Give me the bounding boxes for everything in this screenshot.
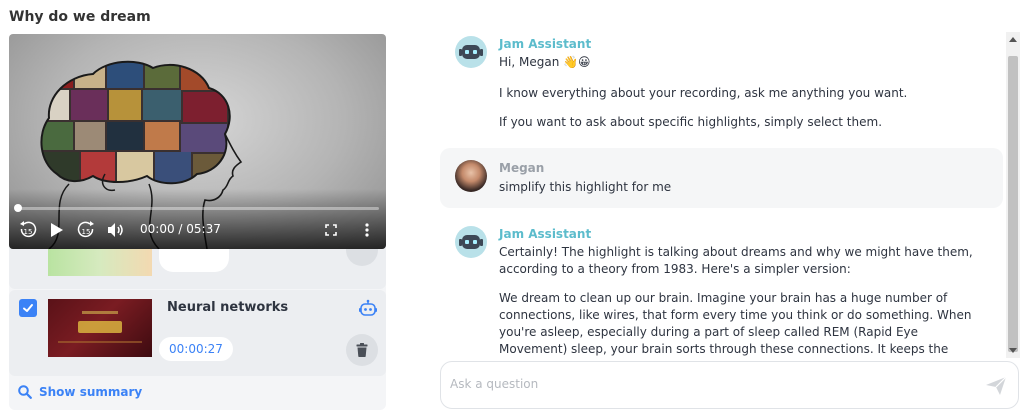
assistant-avatar (455, 226, 487, 258)
left-panel: Neural networks 00:00:27 Show summary 15… (9, 34, 386, 410)
fullscreen-button[interactable] (323, 220, 339, 240)
video-progress-bar[interactable] (17, 207, 379, 210)
check-icon (23, 304, 33, 312)
message-text: We dream to clean up our brain. Imagine … (499, 291, 972, 356)
show-summary-button[interactable]: Show summary (18, 385, 142, 399)
robot-icon[interactable] (358, 299, 378, 319)
highlight-time-pill[interactable]: 00:00:27 (159, 337, 233, 361)
page-title: Why do we dream (9, 9, 151, 25)
video-progress-handle[interactable] (14, 204, 22, 212)
forward-15-icon: 15 (77, 221, 94, 238)
ask-question-input[interactable] (450, 374, 970, 394)
highlight-card-partial[interactable] (9, 244, 386, 289)
scrollbar-thumb[interactable] (1008, 56, 1018, 352)
user-avatar (455, 160, 487, 192)
assistant-avatar (455, 36, 487, 68)
robot-icon (462, 45, 480, 59)
scroll-up-icon[interactable] (1009, 37, 1017, 42)
message-text: Hi, Megan 👋😀 (499, 55, 591, 69)
send-icon[interactable] (985, 376, 1007, 396)
volume-icon (108, 223, 123, 237)
video-controls-overlay (9, 189, 386, 249)
message-text: Certainly! The highlight is talking abou… (499, 245, 973, 276)
forward-15-label: 15 (82, 228, 91, 236)
robot-icon (462, 235, 480, 249)
more-options-button[interactable] (361, 220, 373, 240)
message-sender: Megan (499, 161, 545, 175)
rewind-15-button[interactable]: 15 (17, 220, 39, 240)
trash-icon (356, 343, 368, 357)
highlight-thumbnail (48, 299, 152, 357)
play-button[interactable] (47, 220, 67, 240)
more-vertical-icon (365, 223, 369, 237)
message-text: simplify this highlight for me (499, 180, 672, 194)
search-icon (18, 385, 32, 399)
user-message-bubble (440, 148, 1003, 208)
chat-scrollbar[interactable] (1006, 32, 1020, 358)
scroll-down-icon[interactable] (1009, 348, 1017, 353)
rewind-15-icon: 15 (20, 221, 37, 238)
message-sender: Jam Assistant (499, 37, 592, 51)
fullscreen-icon (325, 224, 337, 236)
highlight-card[interactable]: Neural networks 00:00:27 (9, 290, 386, 376)
chat-panel: Jam Assistant Hi, Megan 👋😀 I know everyt… (440, 32, 1005, 358)
rewind-15-label: 15 (24, 228, 33, 236)
message-text: I know everything about your recording, … (499, 86, 908, 100)
message-text: If you want to ask about specific highli… (499, 115, 883, 129)
show-summary-label: Show summary (39, 385, 143, 399)
volume-button[interactable] (106, 220, 126, 240)
highlight-title: Neural networks (167, 300, 289, 315)
delete-highlight-button[interactable] (346, 334, 378, 366)
ask-question-box (440, 361, 1019, 409)
forward-15-button[interactable]: 15 (75, 220, 97, 240)
video-player[interactable]: 15 15 00:00 / 05:37 (9, 34, 386, 249)
message-sender: Jam Assistant (499, 227, 592, 241)
highlight-checkbox[interactable] (19, 299, 37, 317)
video-time: 00:00 / 05:37 (140, 222, 221, 236)
play-icon (51, 223, 63, 237)
